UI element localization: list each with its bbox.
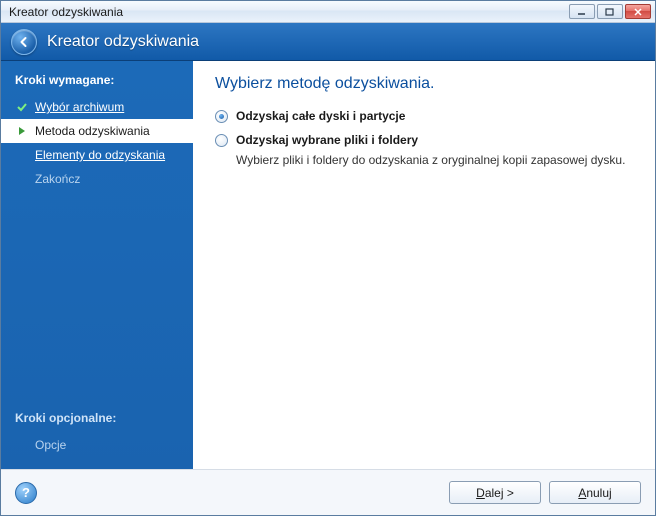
next-button[interactable]: Dalej > (449, 481, 541, 504)
next-label-rest: alej > (485, 486, 514, 500)
cancel-label-rest: nuluj (586, 486, 611, 500)
step-icon (15, 148, 29, 162)
window-controls (569, 4, 651, 19)
window-title: Kreator odzyskiwania (9, 5, 569, 19)
sidebar-required-title: Kroki wymagane: (1, 69, 193, 95)
sidebar-step-options[interactable]: Opcje (1, 433, 193, 457)
sidebar-step-label: Opcje (35, 438, 66, 452)
option-recover-files[interactable]: Odzyskaj wybrane pliki i foldery (215, 133, 633, 147)
sidebar-optional-title: Kroki opcjonalne: (1, 407, 193, 433)
back-button[interactable] (11, 29, 37, 55)
sidebar-step-method[interactable]: Metoda odzyskiwania (1, 119, 193, 143)
titlebar: Kreator odzyskiwania (1, 1, 655, 23)
body: Kroki wymagane: Wybór archiwum Metoda od… (1, 61, 655, 469)
option-description: Wybierz pliki i foldery do odzyskania z … (236, 153, 633, 167)
sidebar-step-elements[interactable]: Elementy do odzyskania (1, 143, 193, 167)
check-icon (15, 100, 29, 114)
sidebar-step-label: Metoda odzyskiwania (35, 124, 150, 138)
next-hotkey: D (476, 486, 485, 500)
help-icon: ? (22, 485, 30, 500)
option-label: Odzyskaj całe dyski i partycje (236, 109, 405, 123)
footer: ? Dalej > Anuluj (1, 469, 655, 515)
main-content: Wybierz metodę odzyskiwania. Odzyskaj ca… (193, 61, 655, 469)
minimize-button[interactable] (569, 4, 595, 19)
sidebar-step-finish: Zakończ (1, 167, 193, 191)
sidebar-step-label: Elementy do odzyskania (35, 148, 165, 162)
help-button[interactable]: ? (15, 482, 37, 504)
wizard-window: Kreator odzyskiwania Kreator odzyskiwani… (0, 0, 656, 516)
sidebar: Kroki wymagane: Wybór archiwum Metoda od… (1, 61, 193, 469)
arrow-left-icon (17, 35, 31, 49)
header-title: Kreator odzyskiwania (47, 33, 199, 51)
sidebar-step-archive[interactable]: Wybór archiwum (1, 95, 193, 119)
maximize-button[interactable] (597, 4, 623, 19)
sidebar-step-label: Zakończ (35, 172, 80, 186)
header-band: Kreator odzyskiwania (1, 23, 655, 61)
step-icon (15, 438, 29, 452)
arrow-right-icon (15, 124, 29, 138)
cancel-button[interactable]: Anuluj (549, 481, 641, 504)
option-recover-disks[interactable]: Odzyskaj całe dyski i partycje (215, 109, 633, 123)
step-icon (15, 172, 29, 186)
sidebar-optional-block: Kroki opcjonalne: Opcje (1, 407, 193, 457)
page-heading: Wybierz metodę odzyskiwania. (215, 75, 633, 93)
radio-button[interactable] (215, 110, 228, 123)
option-label: Odzyskaj wybrane pliki i foldery (236, 133, 418, 147)
radio-button[interactable] (215, 134, 228, 147)
sidebar-step-label: Wybór archiwum (35, 100, 124, 114)
close-button[interactable] (625, 4, 651, 19)
